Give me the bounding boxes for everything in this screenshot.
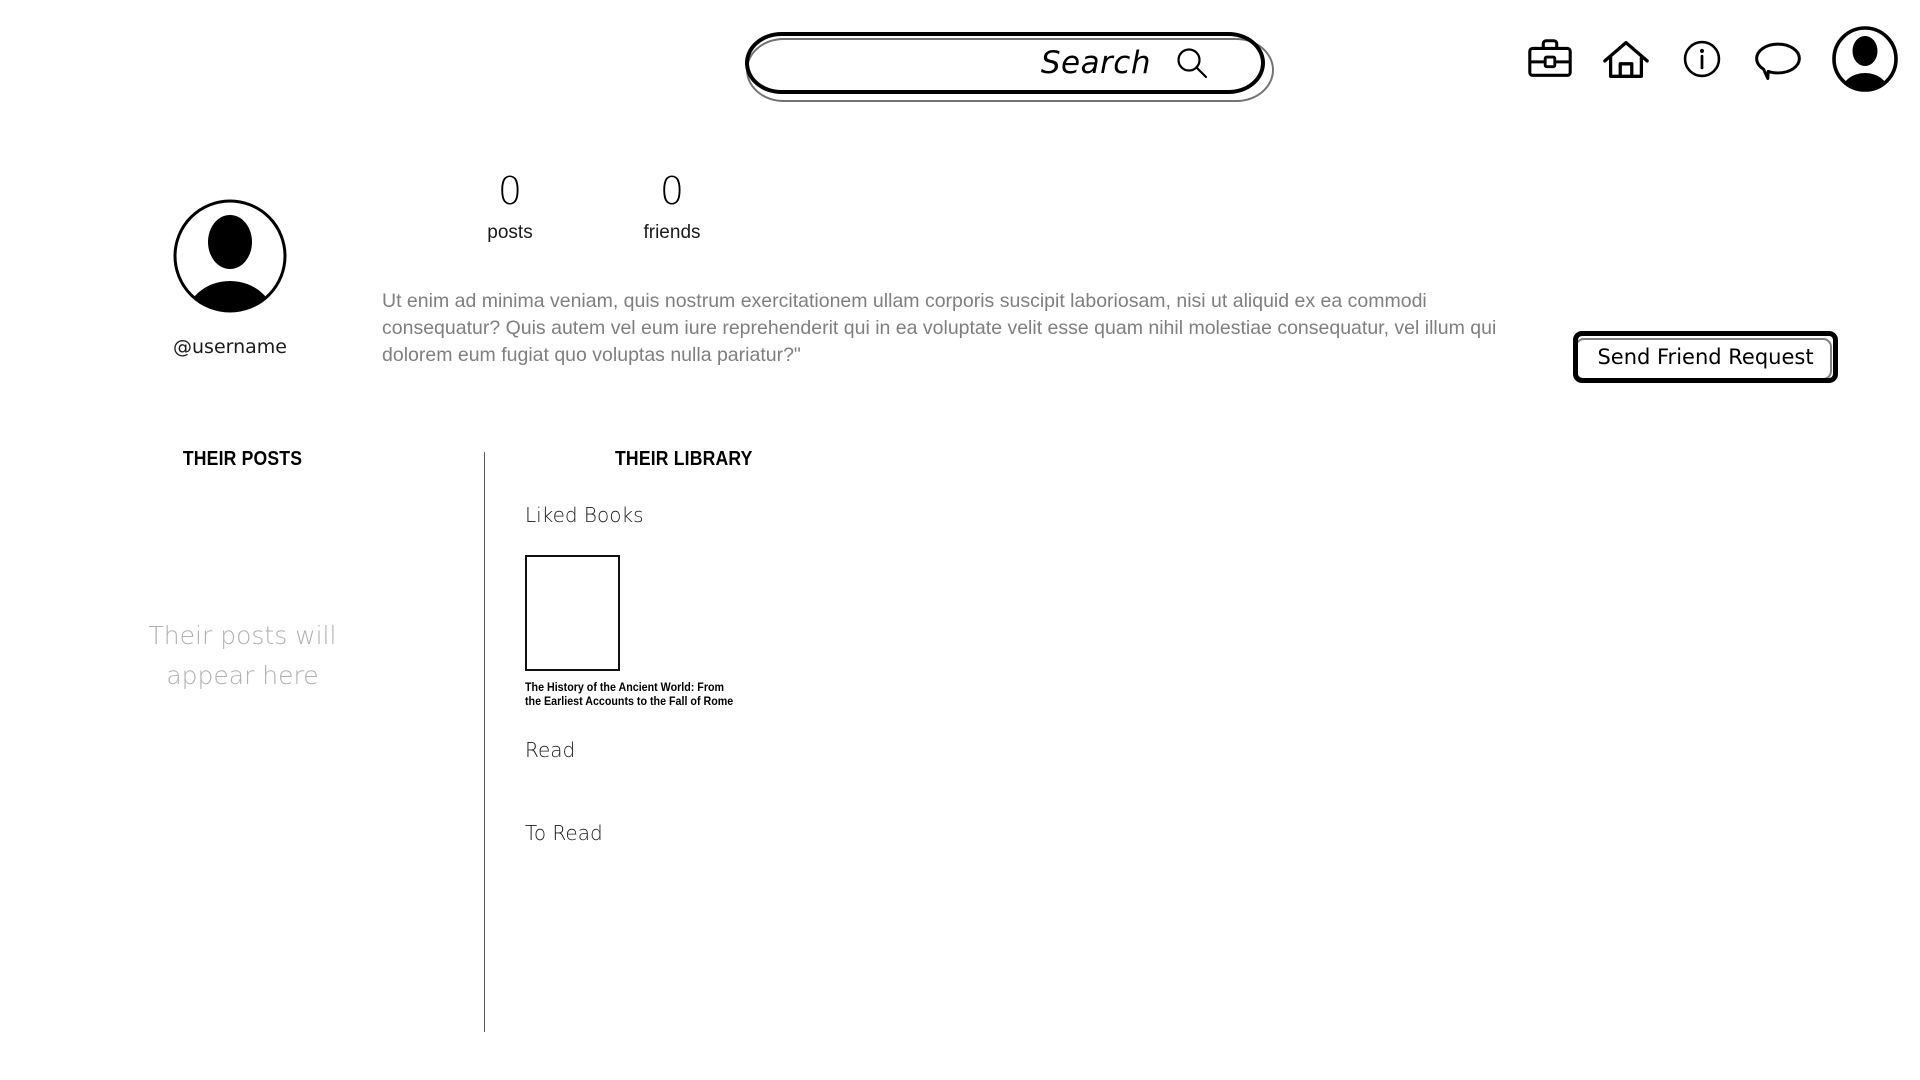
column-divider xyxy=(484,452,485,1032)
library-section-read: Read xyxy=(525,738,575,762)
book-card[interactable]: The History of the Ancient World: From t… xyxy=(525,555,733,709)
their-posts-heading: THEIR POSTS xyxy=(182,448,303,470)
liked-books-shelf: The History of the Ancient World: From t… xyxy=(525,555,733,709)
posts-empty-line-1: Their posts will xyxy=(148,621,337,650)
top-bar: Search xyxy=(0,0,1920,130)
their-posts-column: THEIR POSTS Their posts will appear here xyxy=(60,448,425,696)
posts-empty-line-2: appear here xyxy=(166,661,319,690)
library-section-to-read: To Read xyxy=(525,821,603,845)
stat-posts-count: 0 xyxy=(497,169,523,213)
stat-friends-count: 0 xyxy=(659,169,685,213)
to-read-title: To Read xyxy=(525,821,603,845)
briefcase-icon[interactable] xyxy=(1524,33,1576,85)
library-section-liked-books: Liked Books The History of the Ancient W… xyxy=(525,503,733,709)
book-cover[interactable] xyxy=(525,555,620,671)
search-icon[interactable] xyxy=(1175,46,1209,80)
book-title: The History of the Ancient World: From t… xyxy=(525,682,734,708)
stat-friends[interactable]: 0 friends xyxy=(632,168,712,244)
stat-friends-label: friends xyxy=(643,222,701,243)
their-library-heading: THEIR LIBRARY xyxy=(615,448,753,470)
stat-posts[interactable]: 0 posts xyxy=(470,168,550,244)
profile-stats: 0 posts 0 friends xyxy=(470,168,712,244)
send-friend-request-button[interactable]: Send Friend Request xyxy=(1573,331,1838,383)
search-placeholder-label: Search xyxy=(1040,45,1151,81)
liked-books-title: Liked Books xyxy=(525,503,644,527)
account-avatar-icon[interactable] xyxy=(1828,22,1902,96)
info-icon[interactable] xyxy=(1676,33,1728,85)
home-icon[interactable] xyxy=(1600,33,1652,85)
message-icon[interactable] xyxy=(1752,33,1804,85)
search-input[interactable]: Search xyxy=(745,32,1274,102)
nav-icon-group xyxy=(1524,22,1902,96)
profile-bio: Ut enim ad minima veniam, quis nostrum e… xyxy=(382,290,1497,366)
read-title: Read xyxy=(525,738,576,762)
profile-summary: @username xyxy=(160,190,300,358)
their-library-column: THEIR LIBRARY Liked Books The History of… xyxy=(520,448,1420,845)
send-friend-request-label: Send Friend Request xyxy=(1597,345,1814,369)
posts-empty-state: Their posts will appear here xyxy=(60,616,425,696)
stat-posts-label: posts xyxy=(487,222,533,243)
profile-username: @username xyxy=(173,336,287,358)
user-avatar-icon xyxy=(164,190,296,322)
